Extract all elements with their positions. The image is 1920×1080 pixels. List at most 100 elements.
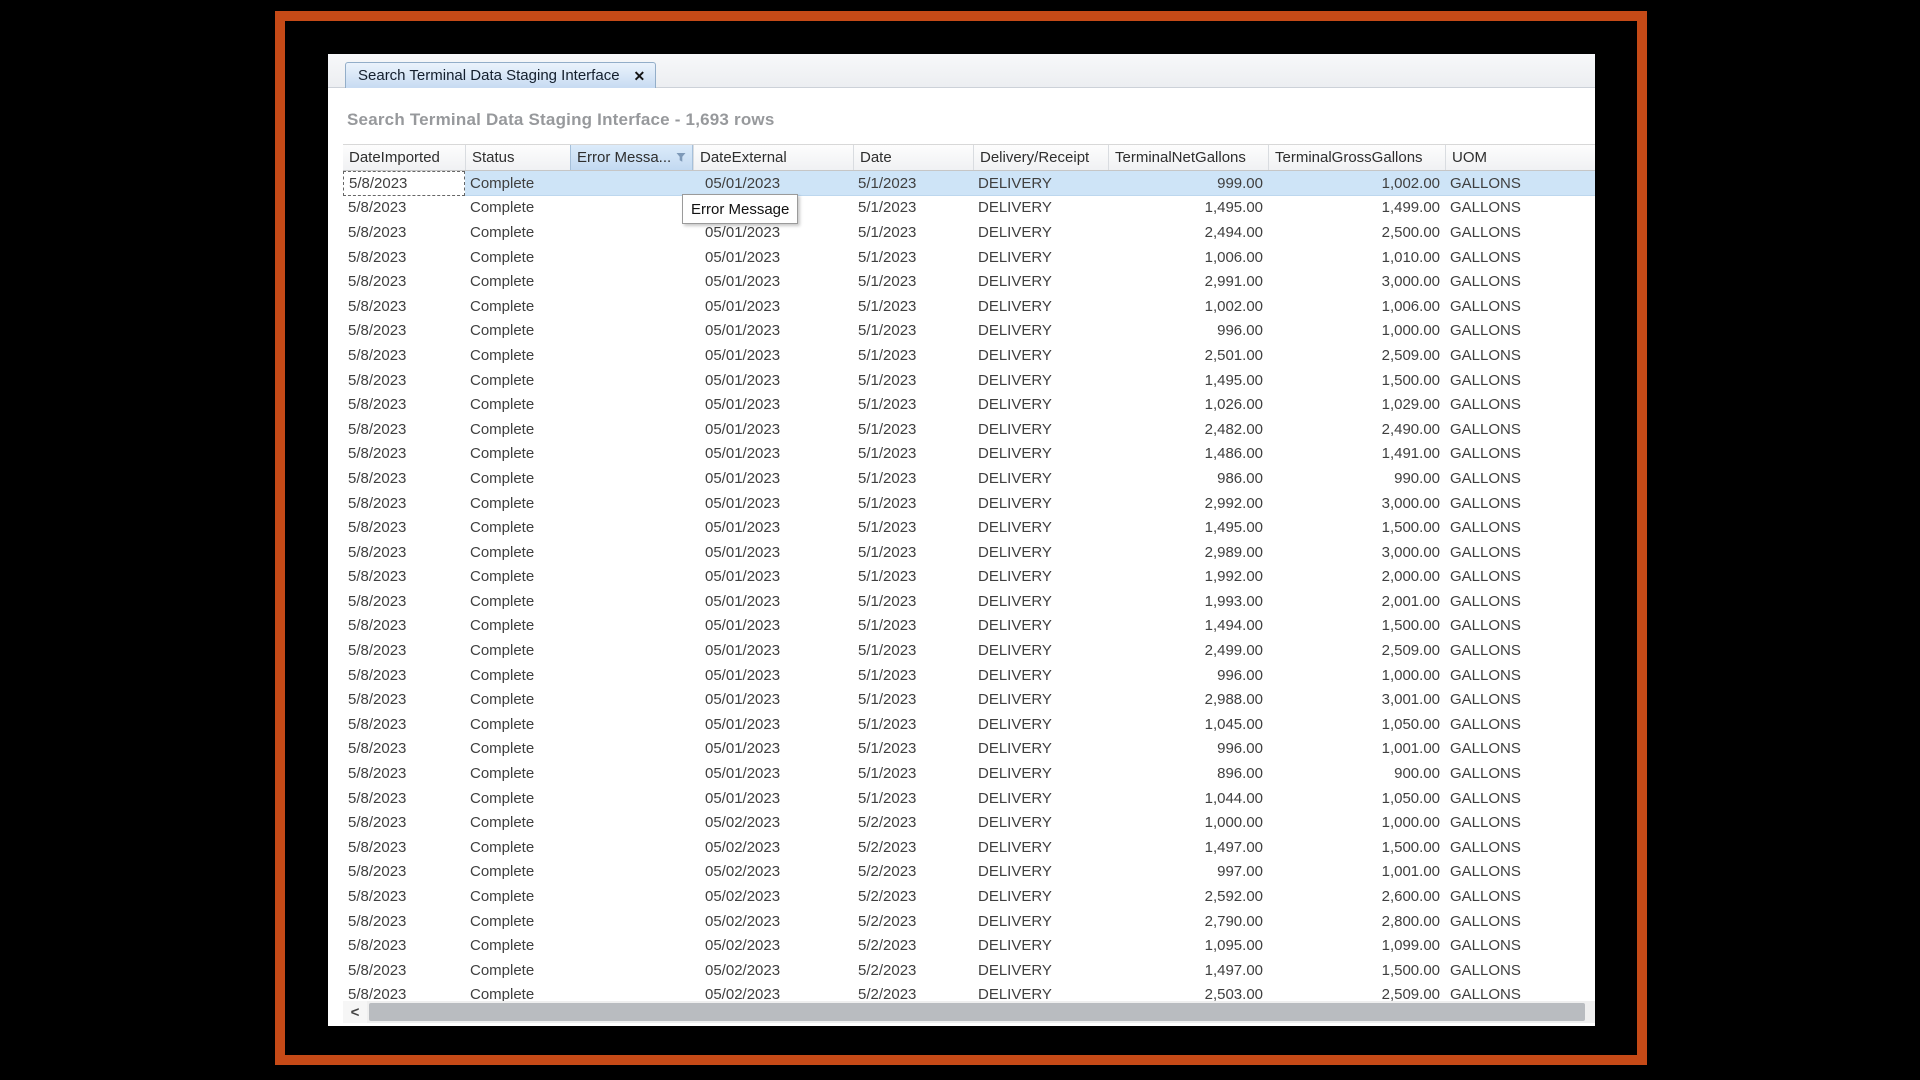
table-cell-deliveryReceipt[interactable]: DELIVERY	[973, 638, 1108, 663]
table-row[interactable]: 5/8/2023 Complete 05/02/2023 5/2/2023 DELIVE…	[343, 860, 1595, 885]
table-row[interactable]: 5/8/2023Complete05/01/20235/1/2023DELIVE…	[343, 368, 1595, 393]
table-cell-terminalNetGallons[interactable]: 2,499.00	[1108, 638, 1268, 663]
table-cell-terminalNetGallons[interactable]: 2,991.00	[1108, 269, 1268, 294]
table-cell-date[interactable]: 5/1/2023	[853, 687, 973, 712]
table-cell-terminalGrossGallons[interactable]: 2,800.00	[1268, 909, 1445, 934]
table-row[interactable]: 5/8/2023Complete05/01/20235/1/2023DELIVE…	[343, 663, 1595, 688]
table-cell-date[interactable]: 5/1/2023	[853, 786, 973, 811]
table-cell-uom[interactable]: GALLONS	[1445, 884, 1595, 909]
column-header-dateImported[interactable]: DateImported	[343, 145, 465, 170]
table-cell-deliveryReceipt[interactable]: DELIVERY	[973, 712, 1108, 737]
table-cell-errorMessage[interactable]	[570, 515, 693, 540]
table-cell-date[interactable]: 5/1/2023	[853, 761, 973, 786]
table-cell-deliveryReceipt[interactable]: DELIVERY	[973, 983, 1108, 1001]
table-cell-uom[interactable]: GALLONS	[1445, 712, 1595, 737]
table-cell-uom[interactable]: GALLONS	[1445, 786, 1595, 811]
table-cell-terminalGrossGallons[interactable]: 1,050.00	[1268, 712, 1445, 737]
column-header-status[interactable]: Status	[465, 145, 570, 170]
table-cell-terminalGrossGallons[interactable]: 1,006.00	[1268, 294, 1445, 319]
table-cell-terminalNetGallons[interactable]: 986.00	[1108, 466, 1268, 491]
table-cell-dateImported[interactable]: 5/8/2023	[343, 835, 465, 860]
table-cell-date[interactable]: 5/1/2023	[853, 515, 973, 540]
table-cell-errorMessage[interactable]	[570, 294, 693, 319]
table-cell-status[interactable]: Complete	[465, 663, 570, 688]
table-cell-terminalNetGallons[interactable]: 1,494.00	[1108, 614, 1268, 639]
table-cell-errorMessage[interactable]	[570, 442, 693, 467]
horizontal-scrollbar[interactable]: <	[343, 1001, 1595, 1023]
table-cell-date[interactable]: 5/1/2023	[853, 638, 973, 663]
table-cell-terminalNetGallons[interactable]: 996.00	[1108, 737, 1268, 762]
table-cell-deliveryReceipt[interactable]: DELIVERY	[973, 245, 1108, 270]
table-cell-terminalNetGallons[interactable]: 2,503.00	[1108, 983, 1268, 1001]
table-row[interactable]: 5/8/2023 Complete 05/02/2023 5/2/2023 DELIVE…	[343, 933, 1595, 958]
table-cell-errorMessage[interactable]	[570, 343, 693, 368]
table-cell-dateExternal[interactable]: 05/02/2023	[693, 810, 853, 835]
table-cell-uom[interactable]: GALLONS	[1445, 933, 1595, 958]
table-cell-terminalGrossGallons[interactable]: 3,001.00	[1268, 687, 1445, 712]
table-cell-dateExternal[interactable]: 05/01/2023	[693, 786, 853, 811]
table-cell-dateImported[interactable]: 5/8/2023	[343, 196, 465, 221]
table-cell-deliveryReceipt[interactable]: DELIVERY	[973, 958, 1108, 983]
table-cell-errorMessage[interactable]	[570, 392, 693, 417]
table-cell-status[interactable]: Complete	[465, 884, 570, 909]
table-cell-status[interactable]: Complete	[465, 491, 570, 516]
table-cell-errorMessage[interactable]	[570, 466, 693, 491]
table-cell-dateImported[interactable]: 5/8/2023	[343, 368, 465, 393]
table-cell-status[interactable]: Complete	[465, 810, 570, 835]
filter-icon[interactable]	[676, 152, 686, 163]
table-row[interactable]: 5/8/2023Complete05/01/20235/1/2023DELIVE…	[343, 417, 1595, 442]
table-row[interactable]: 5/8/2023Complete05/01/20235/1/2023DELIVE…	[343, 491, 1595, 516]
table-cell-terminalNetGallons[interactable]: 997.00	[1108, 860, 1268, 885]
table-cell-terminalGrossGallons[interactable]: 1,500.00	[1268, 515, 1445, 540]
table-cell-uom[interactable]: GALLONS	[1445, 368, 1595, 393]
table-row[interactable]: 5/8/2023 Complete 05/02/2023 5/2/2023 DELIVE…	[343, 958, 1595, 983]
table-cell-errorMessage[interactable]	[570, 540, 693, 565]
table-cell-deliveryReceipt[interactable]: DELIVERY	[973, 737, 1108, 762]
table-cell-status[interactable]: Complete	[465, 860, 570, 885]
table-cell-errorMessage[interactable]	[570, 712, 693, 737]
table-cell-date[interactable]: 5/1/2023	[853, 343, 973, 368]
table-cell-terminalGrossGallons[interactable]: 3,000.00	[1268, 269, 1445, 294]
table-cell-terminalGrossGallons[interactable]: 1,500.00	[1268, 368, 1445, 393]
table-cell-date[interactable]: 5/1/2023	[853, 368, 973, 393]
table-row[interactable]: 5/8/2023Complete05/01/20235/1/2023DELIVE…	[343, 392, 1595, 417]
table-cell-status[interactable]: Complete	[465, 983, 570, 1001]
table-cell-uom[interactable]: GALLONS	[1445, 417, 1595, 442]
table-cell-uom[interactable]: GALLONS	[1445, 294, 1595, 319]
table-cell-dateExternal[interactable]: 05/01/2023	[693, 638, 853, 663]
table-cell-dateExternal[interactable]: 05/01/2023	[693, 515, 853, 540]
table-cell-dateExternal[interactable]: 05/02/2023	[693, 958, 853, 983]
table-row[interactable]: 5/8/2023Complete05/01/20235/1/2023DELIVE…	[343, 196, 1595, 221]
table-row[interactable]: 5/8/2023Complete05/01/20235/1/2023DELIVE…	[343, 171, 1595, 196]
table-cell-dateImported[interactable]: 5/8/2023	[343, 319, 465, 344]
table-cell-dateImported[interactable]: 5/8/2023	[343, 958, 465, 983]
table-cell-errorMessage[interactable]	[570, 638, 693, 663]
table-cell-status[interactable]: Complete	[465, 761, 570, 786]
table-cell-dateImported[interactable]: 5/8/2023	[343, 343, 465, 368]
table-cell-terminalNetGallons[interactable]: 1,992.00	[1108, 565, 1268, 590]
table-cell-date[interactable]: 5/1/2023	[853, 220, 973, 245]
table-cell-terminalNetGallons[interactable]: 2,501.00	[1108, 343, 1268, 368]
table-cell-status[interactable]: Complete	[465, 319, 570, 344]
table-row[interactable]: 5/8/2023Complete05/01/20235/1/2023DELIVE…	[343, 565, 1595, 590]
table-cell-dateExternal[interactable]: 05/02/2023	[693, 909, 853, 934]
table-cell-dateExternal[interactable]: 05/02/2023	[693, 884, 853, 909]
table-cell-dateExternal[interactable]: 05/01/2023	[693, 269, 853, 294]
column-header-errorMessage[interactable]: Error Messa...	[570, 145, 693, 170]
table-cell-deliveryReceipt[interactable]: DELIVERY	[973, 171, 1108, 196]
table-cell-uom[interactable]: GALLONS	[1445, 269, 1595, 294]
table-row[interactable]: 5/8/2023Complete05/01/20235/1/2023DELIVE…	[343, 343, 1595, 368]
table-row[interactable]: 5/8/2023Complete05/01/20235/1/2023DELIVE…	[343, 515, 1595, 540]
table-cell-uom[interactable]: GALLONS	[1445, 442, 1595, 467]
table-cell-deliveryReceipt[interactable]: DELIVERY	[973, 565, 1108, 590]
table-row[interactable]: 5/8/2023Complete05/01/20235/1/2023DELIVE…	[343, 294, 1595, 319]
table-cell-date[interactable]: 5/1/2023	[853, 712, 973, 737]
table-cell-errorMessage[interactable]	[570, 614, 693, 639]
table-cell-dateExternal[interactable]: 05/02/2023	[693, 983, 853, 1001]
table-cell-terminalGrossGallons[interactable]: 1,500.00	[1268, 835, 1445, 860]
table-cell-dateImported[interactable]: 5/8/2023	[343, 417, 465, 442]
table-row[interactable]: 5/8/2023Complete05/01/20235/1/2023DELIVE…	[343, 712, 1595, 737]
table-cell-uom[interactable]: GALLONS	[1445, 835, 1595, 860]
table-cell-status[interactable]: Complete	[465, 786, 570, 811]
table-cell-deliveryReceipt[interactable]: DELIVERY	[973, 589, 1108, 614]
